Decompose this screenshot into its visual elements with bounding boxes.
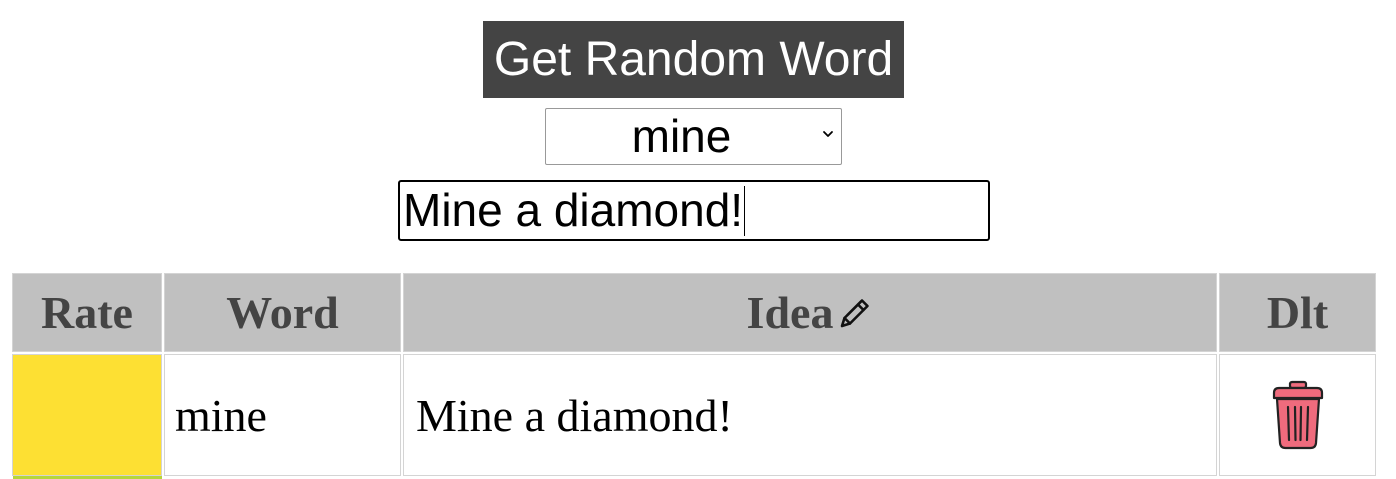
table-header-row: Rate Word Idea Dlt bbox=[12, 273, 1376, 352]
word-select[interactable]: mine bbox=[545, 108, 842, 165]
column-header-idea[interactable]: Idea bbox=[403, 273, 1217, 352]
idea-input[interactable]: Mine a diamond! bbox=[398, 180, 990, 241]
word-select-value: mine bbox=[631, 110, 732, 162]
delete-cell bbox=[1219, 354, 1376, 476]
pencil-icon bbox=[841, 299, 870, 328]
table-row: mine Mine a diamond! bbox=[12, 354, 1376, 476]
column-header-idea-label: Idea bbox=[746, 287, 834, 338]
trash-icon[interactable] bbox=[1266, 379, 1330, 451]
chevron-down-icon bbox=[823, 131, 833, 137]
rate-cell[interactable] bbox=[12, 354, 162, 476]
column-header-word[interactable]: Word bbox=[164, 273, 401, 352]
idea-cell: Mine a diamond! bbox=[403, 354, 1217, 476]
ideas-table: Rate Word Idea Dlt mine Mine a diamond! bbox=[10, 271, 1378, 478]
column-header-rate[interactable]: Rate bbox=[12, 273, 162, 352]
text-caret bbox=[744, 185, 746, 236]
column-header-delete[interactable]: Dlt bbox=[1219, 273, 1376, 352]
idea-input-text: Mine a diamond! bbox=[403, 184, 744, 236]
word-cell: mine bbox=[164, 354, 401, 476]
get-random-word-button[interactable]: Get Random Word bbox=[483, 21, 904, 98]
